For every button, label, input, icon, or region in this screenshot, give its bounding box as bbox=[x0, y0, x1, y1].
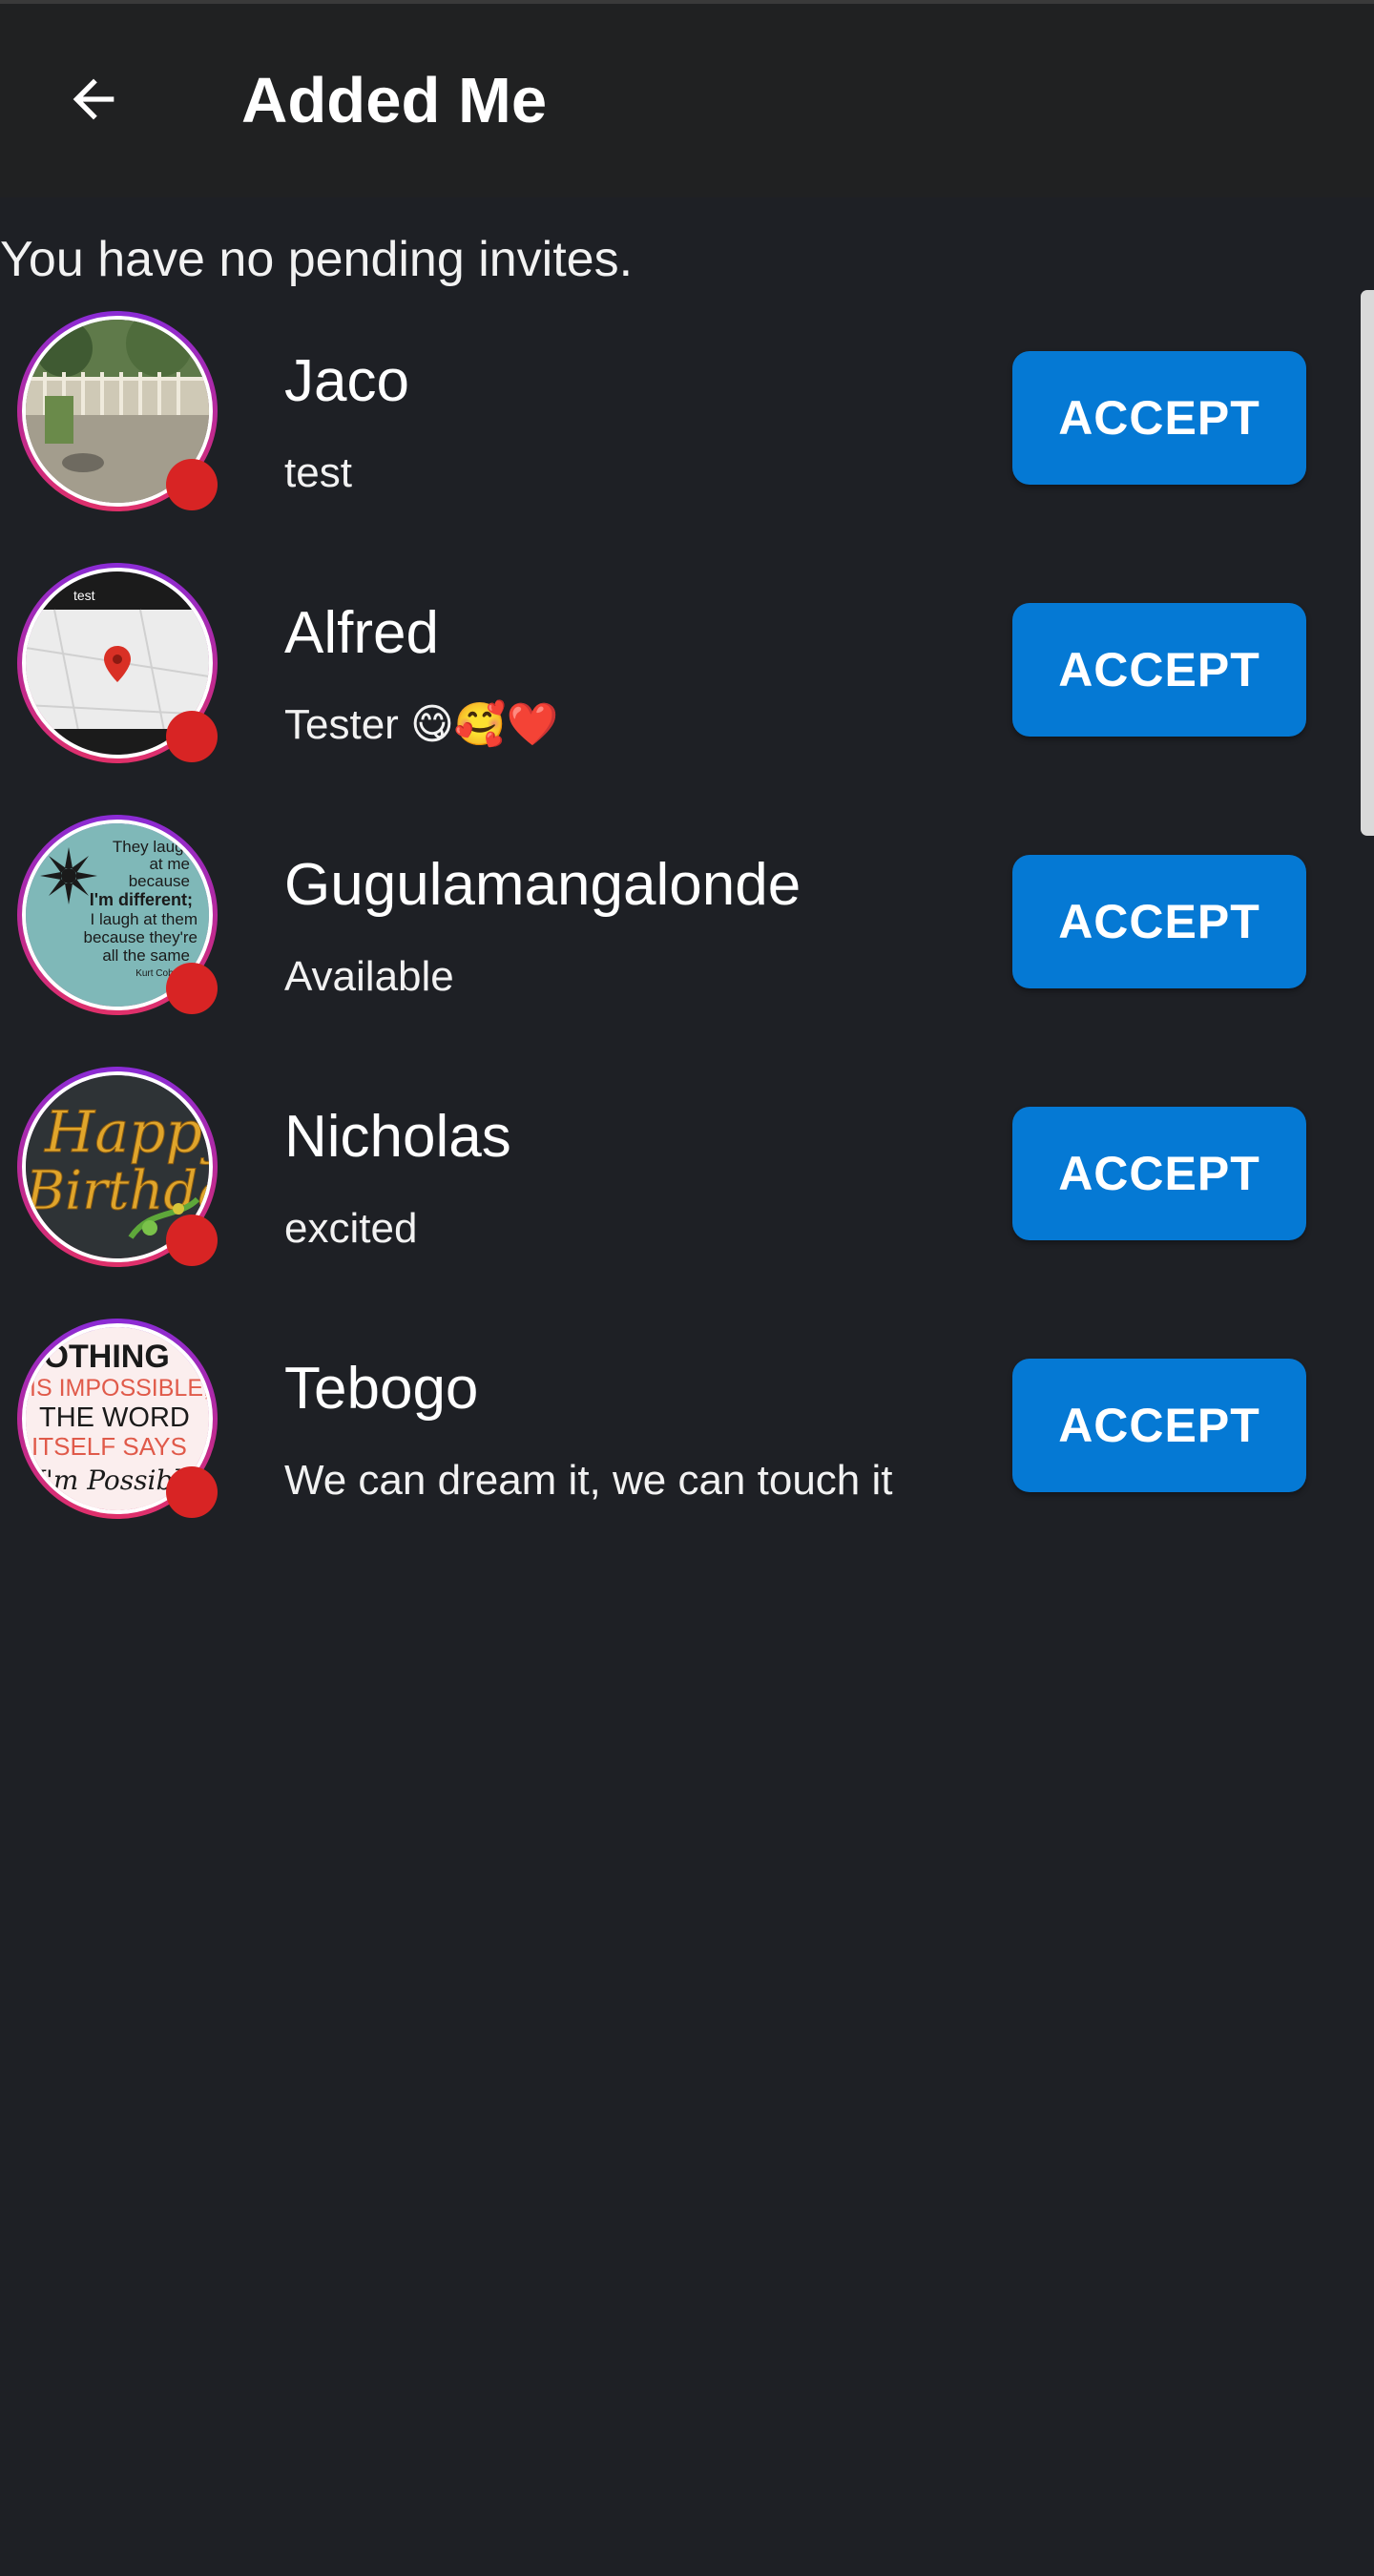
accept-button[interactable]: ACCEPT bbox=[1012, 855, 1306, 988]
contact-name: Tebogo bbox=[284, 1356, 479, 1422]
status-dot bbox=[166, 711, 218, 762]
invite-row: Happy Birthday Nicholas excited ACCEPT bbox=[0, 1063, 1374, 1315]
contact-status: Available bbox=[284, 953, 454, 1000]
status-dot bbox=[166, 1466, 218, 1518]
contact-status: test bbox=[284, 449, 352, 496]
accept-button[interactable]: ACCEPT bbox=[1012, 1359, 1306, 1492]
svg-text:because they're: because they're bbox=[84, 928, 198, 946]
status-dot bbox=[166, 1215, 218, 1266]
invite-row: NOTHING IS IMPOSSIBLE, THE WORD ITSELF S… bbox=[0, 1315, 1374, 1567]
contact-name: Nicholas bbox=[284, 1104, 511, 1170]
contact-status: excited bbox=[284, 1205, 418, 1252]
contact-name: Alfred bbox=[284, 600, 439, 666]
svg-text:all the same: all the same bbox=[102, 946, 190, 965]
invite-row: Jaco test ACCEPT bbox=[0, 307, 1374, 559]
contact-name: Gugulamangalonde bbox=[284, 852, 802, 918]
svg-text:at me: at me bbox=[149, 855, 190, 873]
svg-text:I laugh at them: I laugh at them bbox=[91, 910, 198, 928]
svg-text:NOTHING: NOTHING bbox=[26, 1339, 170, 1375]
accept-button[interactable]: ACCEPT bbox=[1012, 1107, 1306, 1240]
arrow-left-icon bbox=[73, 78, 114, 120]
contact-status: Tester 😋🥰❤️ bbox=[284, 701, 559, 748]
accept-button[interactable]: ACCEPT bbox=[1012, 351, 1306, 485]
svg-text:IS IMPOSSIBLE,: IS IMPOSSIBLE, bbox=[30, 1375, 209, 1402]
page-title: Added Me bbox=[241, 65, 548, 136]
svg-text:THE WORD: THE WORD bbox=[39, 1402, 190, 1433]
svg-text:They laugh: They laugh bbox=[113, 838, 193, 856]
svg-text:because: because bbox=[129, 872, 190, 890]
status-dot bbox=[166, 459, 218, 510]
invite-list: Jaco test ACCEPT test Alfred Tester 😋🥰❤️… bbox=[0, 307, 1374, 1567]
status-dot bbox=[166, 963, 218, 1014]
map-label: test bbox=[73, 588, 95, 603]
invite-row: They laugh at me because I'm different; … bbox=[0, 811, 1374, 1063]
no-invites-notice: You have no pending invites. bbox=[0, 232, 634, 287]
accept-button[interactable]: ACCEPT bbox=[1012, 603, 1306, 737]
contact-status: We can dream it, we can touch it bbox=[284, 1457, 893, 1504]
contact-name: Jaco bbox=[284, 348, 409, 414]
back-button[interactable] bbox=[46, 52, 141, 147]
invite-row: test Alfred Tester 😋🥰❤️ ACCEPT bbox=[0, 559, 1374, 811]
app-bar: Added Me bbox=[0, 0, 1374, 197]
svg-text:Happy: Happy bbox=[44, 1099, 209, 1166]
svg-text:ITSELF SAYS: ITSELF SAYS bbox=[31, 1432, 187, 1461]
svg-text:I'm different;: I'm different; bbox=[90, 890, 193, 909]
